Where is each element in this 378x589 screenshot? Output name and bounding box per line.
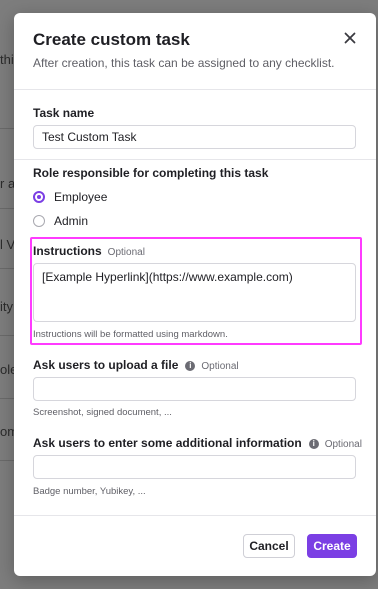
radio-button[interactable]: [33, 215, 45, 227]
upload-hint: Screenshot, signed document, ...: [33, 407, 172, 418]
task-name-label: Task name: [33, 106, 95, 120]
background-divider: [0, 460, 14, 461]
background-divider: [0, 335, 14, 336]
additional-info-label-text: Ask users to enter some additional infor…: [33, 436, 302, 450]
task-name-input[interactable]: [33, 125, 356, 149]
background-divider: [0, 268, 14, 269]
upload-label: Ask users to upload a file i Optional: [33, 358, 239, 372]
background-divider: [0, 128, 14, 129]
cancel-button[interactable]: Cancel: [243, 534, 295, 558]
modal-header: Create custom task After creation, this …: [14, 13, 376, 90]
upload-input[interactable]: [33, 377, 356, 401]
background-divider: [0, 208, 14, 209]
radio-label: Admin: [54, 214, 89, 228]
divider: [14, 159, 376, 160]
instructions-hint: Instructions will be formatted using mar…: [33, 329, 228, 340]
create-button[interactable]: Create: [307, 534, 357, 558]
role-label: Role responsible for completing this tas…: [33, 166, 269, 180]
background-text: ity: [0, 299, 13, 314]
additional-info-input[interactable]: [33, 455, 356, 479]
optional-tag: Optional: [107, 247, 145, 258]
radio-button-checked[interactable]: [33, 191, 45, 203]
info-icon[interactable]: i: [308, 439, 319, 449]
instructions-label: Instructions Optional: [33, 244, 145, 258]
info-icon[interactable]: i: [185, 361, 196, 371]
additional-info-hint: Badge number, Yubikey, ...: [33, 486, 146, 497]
modal-title: Create custom task: [33, 30, 190, 49]
instructions-textarea[interactable]: [Example Hyperlink](https://www.example.…: [33, 263, 356, 322]
role-option-employee[interactable]: Employee: [33, 190, 107, 204]
modal-subtitle: After creation, this task can be assigne…: [33, 56, 335, 70]
additional-info-label: Ask users to enter some additional infor…: [33, 436, 362, 450]
instructions-label-text: Instructions: [33, 244, 102, 258]
background-text: l V: [0, 237, 16, 252]
upload-label-text: Ask users to upload a file: [33, 358, 179, 372]
close-icon[interactable]: [342, 30, 358, 46]
create-task-modal: Create custom task After creation, this …: [14, 13, 376, 576]
role-option-admin[interactable]: Admin: [33, 214, 88, 228]
footer-divider: [14, 515, 376, 516]
radio-label: Employee: [54, 190, 108, 204]
background-divider: [0, 398, 14, 399]
optional-tag: Optional: [201, 361, 239, 372]
optional-tag: Optional: [324, 439, 362, 450]
